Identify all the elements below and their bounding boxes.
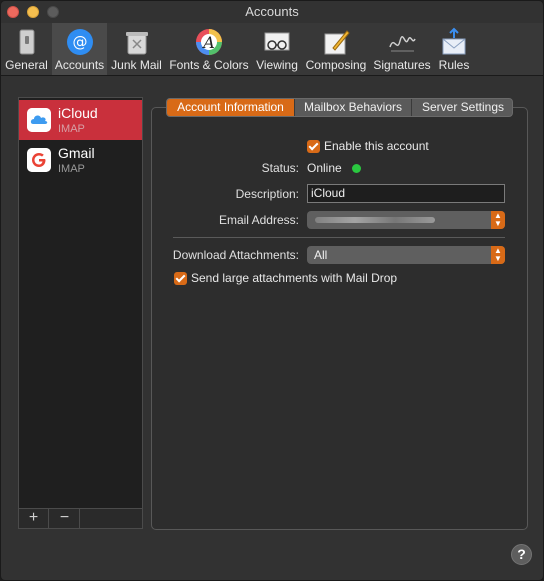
download-attachments-label: Download Attachments:: [172, 248, 299, 262]
description-field[interactable]: iCloud: [307, 184, 505, 203]
window-title: Accounts: [245, 4, 299, 19]
general-switch-icon: [19, 29, 34, 55]
accounts-list-footer: + −: [19, 508, 142, 528]
svg-text:A: A: [201, 33, 215, 52]
download-attachments-value: All: [314, 248, 328, 262]
help-button[interactable]: ?: [511, 544, 532, 565]
toolbar-general[interactable]: General: [3, 23, 50, 75]
redacted-email: [315, 217, 435, 223]
email-address-popup[interactable]: ▲ ▼: [307, 211, 505, 229]
svg-text:@: @: [72, 33, 87, 51]
trash-can-icon: [125, 32, 148, 55]
status-label: Status:: [261, 161, 299, 175]
toolbar-junk-mail[interactable]: Junk Mail: [109, 23, 164, 75]
google-icon: [27, 148, 51, 172]
accounts-list: iCloud IMAP Gmail IMAP + −: [18, 97, 143, 529]
remove-account-button[interactable]: −: [50, 509, 80, 528]
account-name: Gmail: [58, 145, 95, 161]
toolbar-label: Fonts & Colors: [169, 58, 249, 72]
toolbar-label: Viewing: [256, 58, 298, 72]
tab-server-settings[interactable]: Server Settings: [412, 99, 512, 116]
description-label: Description:: [235, 187, 299, 201]
add-account-button[interactable]: +: [19, 509, 49, 528]
chevron-updown-icon: ▲ ▼: [491, 246, 505, 264]
account-name: iCloud: [58, 105, 98, 121]
settings-tab-bar: Account Information Mailbox Behaviors Se…: [166, 98, 513, 117]
pencil-paper-icon: [324, 30, 350, 55]
toolbar-accounts[interactable]: @ Accounts: [52, 23, 107, 75]
at-sign-icon: @: [66, 29, 93, 55]
download-attachments-popup[interactable]: All ▲ ▼: [307, 246, 505, 264]
preferences-toolbar: General @ Accounts Junk Mail A Fonts & C…: [1, 23, 543, 76]
enable-account-label: Enable this account: [324, 139, 429, 153]
mail-drop-label: Send large attachments with Mail Drop: [191, 271, 398, 285]
toolbar-label: Junk Mail: [111, 58, 162, 72]
glasses-icon: [264, 32, 290, 51]
account-type: IMAP: [58, 123, 85, 135]
enable-account-checkbox[interactable]: [307, 140, 320, 153]
account-row-gmail[interactable]: Gmail IMAP: [19, 140, 142, 180]
toolbar-viewing[interactable]: Viewing: [253, 23, 301, 75]
toolbar-signatures[interactable]: Signatures: [371, 23, 433, 75]
online-status-indicator: [352, 164, 361, 173]
account-row-icloud[interactable]: iCloud IMAP: [19, 100, 142, 140]
section-divider: [173, 237, 505, 238]
toolbar-label: Rules: [438, 58, 470, 72]
signature-icon: [389, 36, 416, 52]
toolbar-label: Signatures: [373, 58, 431, 72]
account-type: IMAP: [58, 163, 85, 175]
toolbar-label: Composing: [305, 58, 367, 72]
mail-drop-checkbox[interactable]: [174, 272, 187, 285]
email-address-label: Email Address:: [218, 213, 299, 227]
tab-account-information[interactable]: Account Information: [167, 99, 295, 116]
title-bar: Accounts: [1, 1, 543, 23]
toolbar-label: General: [5, 58, 48, 72]
tab-mailbox-behaviors[interactable]: Mailbox Behaviors: [295, 99, 412, 116]
status-value: Online: [307, 161, 342, 175]
preferences-window: Accounts General @ Accounts Junk Mail A …: [0, 0, 544, 581]
toolbar-rules[interactable]: Rules: [435, 23, 473, 75]
chevron-updown-icon: ▲ ▼: [491, 211, 505, 229]
icloud-icon: [27, 108, 51, 132]
toolbar-fonts-colors[interactable]: A Fonts & Colors: [167, 23, 251, 75]
envelope-arrows-icon: [442, 27, 466, 55]
toolbar-composing[interactable]: Composing: [304, 23, 368, 75]
toolbar-label: Accounts: [54, 58, 105, 72]
color-wheel-font-icon: A: [196, 29, 222, 55]
